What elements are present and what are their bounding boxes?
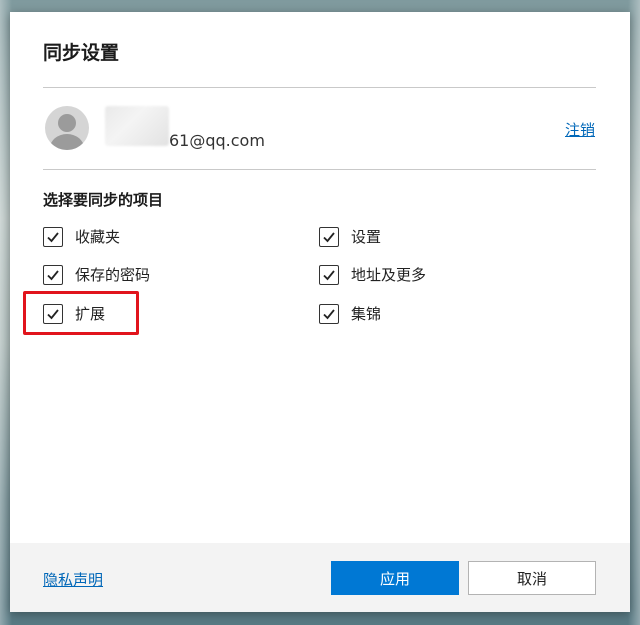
privacy-link[interactable]: 隐私声明 (43, 569, 103, 590)
checkmark-icon (323, 231, 335, 242)
option-label: 地址及更多 (351, 266, 427, 284)
cancel-button[interactable]: 取消 (468, 561, 596, 595)
checkbox-favorites[interactable] (43, 226, 63, 247)
checkmark-icon (323, 269, 335, 280)
checkmark-icon (47, 231, 59, 242)
option-label: 收藏夹 (75, 228, 121, 246)
option-favorites[interactable]: 收藏夹 (43, 226, 120, 247)
divider (43, 87, 596, 88)
redacted-username (105, 106, 169, 146)
checkbox-collections[interactable] (319, 303, 339, 324)
sync-settings-dialog: 同步设置 61@qq.com 注销 选择要同步的项目 收藏夹 设置 保存的密码 … (10, 12, 630, 612)
section-title: 选择要同步的项目 (43, 191, 164, 209)
checkbox-passwords[interactable] (43, 264, 63, 285)
divider (43, 169, 596, 170)
option-label: 保存的密码 (75, 266, 151, 284)
account-email: 61@qq.com (169, 131, 265, 150)
option-settings[interactable]: 设置 (319, 226, 381, 247)
avatar (45, 106, 89, 150)
dialog-title: 同步设置 (43, 42, 120, 64)
highlight-box (23, 291, 139, 335)
option-addresses[interactable]: 地址及更多 (319, 264, 426, 285)
avatar-body (50, 134, 84, 150)
apply-button[interactable]: 应用 (331, 561, 459, 595)
option-passwords[interactable]: 保存的密码 (43, 264, 150, 285)
option-collections[interactable]: 集锦 (319, 303, 381, 324)
checkmark-icon (47, 269, 59, 280)
option-label: 设置 (351, 228, 382, 246)
checkbox-addresses[interactable] (319, 264, 339, 285)
checkmark-icon (323, 308, 335, 319)
signout-link[interactable]: 注销 (565, 119, 595, 140)
checkbox-settings[interactable] (319, 226, 339, 247)
option-label: 集锦 (351, 305, 382, 323)
avatar-head (58, 114, 76, 132)
